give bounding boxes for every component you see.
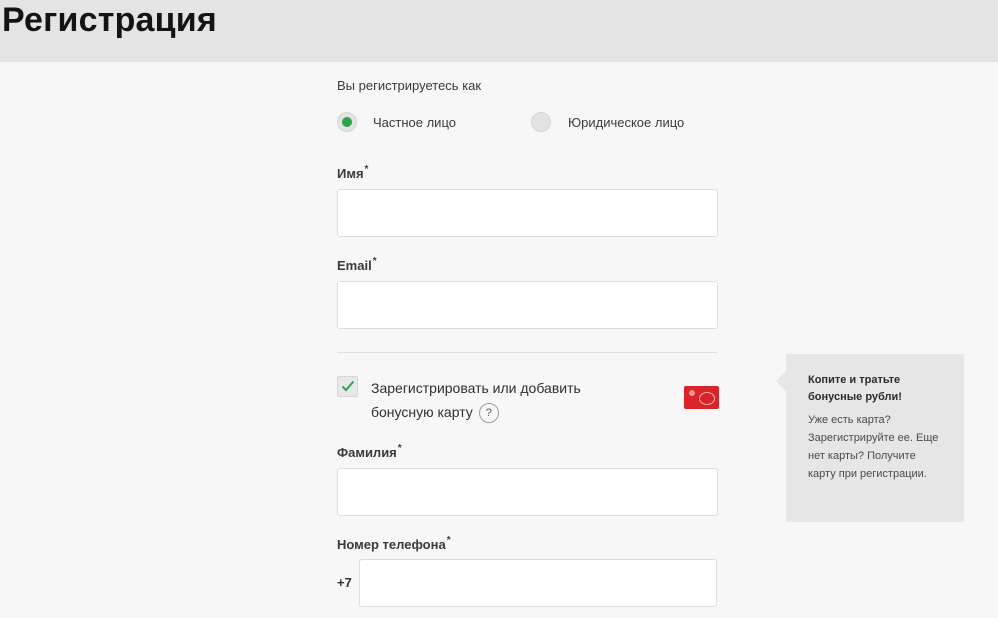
bonus-card-label: Зарегистрировать или добавить бонусную к… xyxy=(371,376,661,424)
phone-label-text: Номер телефона xyxy=(337,537,446,552)
email-label: Email* xyxy=(337,256,377,273)
email-label-text: Email xyxy=(337,258,372,273)
radio-private-person[interactable]: Частное лицо xyxy=(337,112,456,132)
help-icon[interactable]: ? xyxy=(478,403,499,424)
required-mark: * xyxy=(372,256,377,267)
bonus-card-label-line1: Зарегистрировать или добавить xyxy=(371,380,581,396)
first-name-label-text: Имя xyxy=(337,166,364,181)
tooltip-title: Копите и тратьте бонусные рубли! xyxy=(808,374,902,403)
bonus-card-label-line2: бонусную карту xyxy=(371,404,473,420)
required-mark: * xyxy=(364,164,369,175)
required-mark: * xyxy=(446,535,451,546)
phone-label: Номер телефона* xyxy=(337,535,451,552)
radio-unchecked-icon[interactable] xyxy=(531,112,551,132)
section-divider xyxy=(337,352,717,353)
page-header: Регистрация xyxy=(0,0,998,62)
last-name-label-text: Фамилия xyxy=(337,445,397,460)
page-title: Регистрация xyxy=(2,1,217,39)
email-input[interactable] xyxy=(337,281,718,329)
last-name-label: Фамилия* xyxy=(337,443,402,460)
register-as-label: Вы регистрируетесь как xyxy=(337,78,482,93)
phone-prefix: +7 xyxy=(337,575,352,590)
bonus-card-checkbox[interactable] xyxy=(337,376,358,397)
registration-form xyxy=(322,62,737,618)
bonus-tooltip: Копите и тратьте бонусные рубли! Уже ест… xyxy=(776,354,964,522)
bonus-card-icon xyxy=(684,386,719,409)
first-name-input[interactable] xyxy=(337,189,718,237)
checkmark-icon xyxy=(341,380,355,392)
required-mark: * xyxy=(397,443,402,454)
radio-legal-entity-label: Юридическое лицо xyxy=(568,114,685,130)
radio-checked-icon[interactable] xyxy=(337,112,357,132)
radio-legal-entity[interactable]: Юридическое лицо xyxy=(531,112,684,132)
first-name-label: Имя* xyxy=(337,164,369,181)
tooltip-text: Уже есть карта? Зарегистрируйте ее. Еще … xyxy=(808,414,939,480)
phone-input[interactable] xyxy=(359,559,717,607)
radio-private-person-label: Частное лицо xyxy=(373,114,456,130)
last-name-input[interactable] xyxy=(337,468,718,516)
